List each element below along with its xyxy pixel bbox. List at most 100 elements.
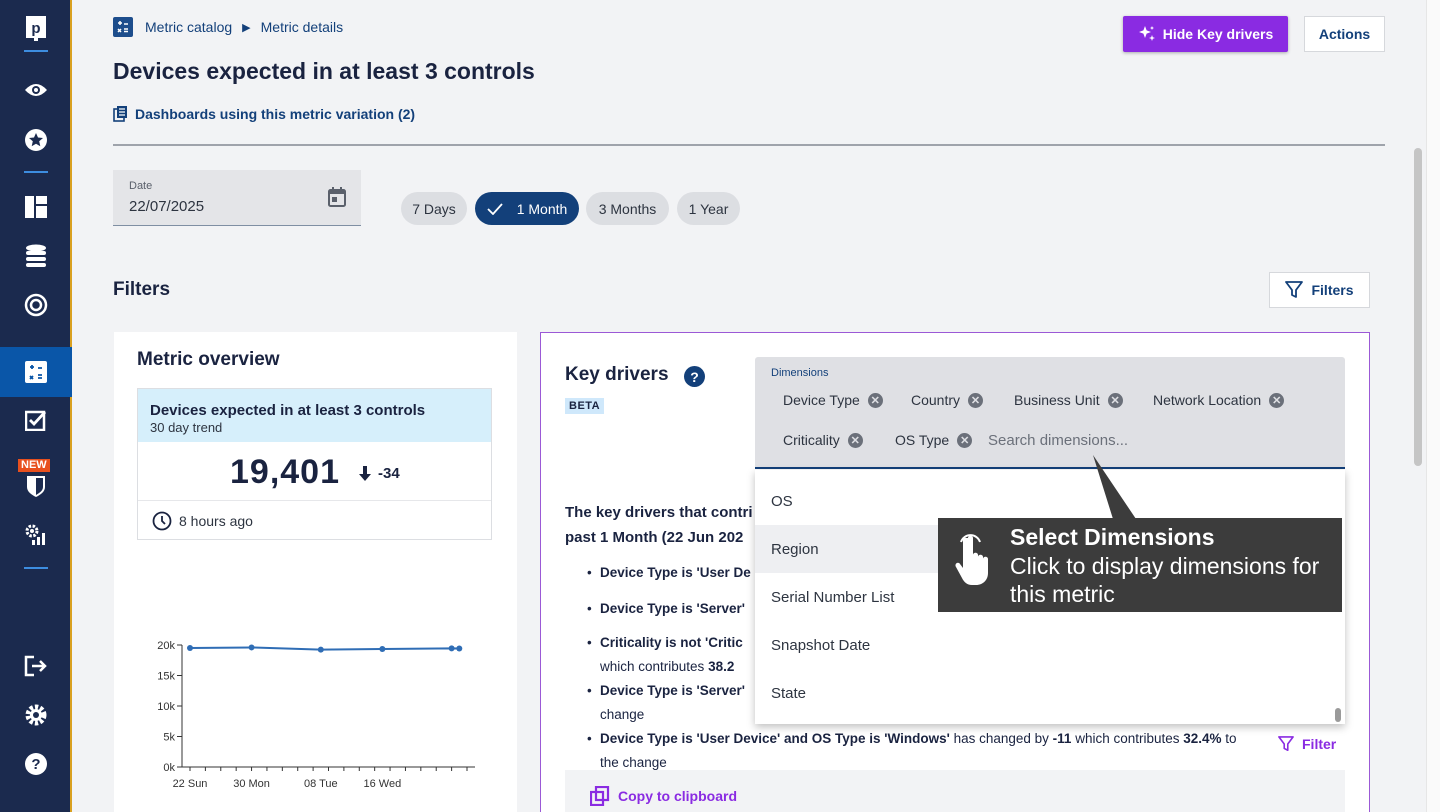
driver-text: which contributes (600, 659, 709, 674)
filters-button[interactable]: Filters (1269, 272, 1370, 308)
dimension-chip[interactable]: Criticality ✕ (783, 432, 863, 448)
dimension-chip-label: Criticality (783, 432, 840, 448)
y-tick-label: 15k (157, 671, 175, 683)
driver-item: • Device Type is 'Server' (587, 601, 746, 616)
y-tick-label: 5k (163, 732, 175, 744)
breadcrumb-root-link[interactable]: Metric catalog (145, 19, 232, 35)
intro-line: The key drivers that contri (565, 504, 753, 521)
remove-icon[interactable]: ✕ (847, 432, 863, 448)
intro-line: past 1 Month (22 Jun 202 (565, 529, 744, 546)
data-point (379, 645, 386, 652)
tooltip-pointer (1093, 455, 1136, 519)
date-value: 22/07/2025 (129, 198, 205, 215)
logo-icon[interactable]: p (0, 6, 72, 50)
header-divider (113, 144, 1385, 146)
logout-icon[interactable] (0, 644, 72, 688)
range-chip-1-month[interactable]: 1 Month (475, 192, 579, 225)
dashboards-link[interactable]: Dashboards using this metric variation (… (113, 106, 415, 122)
breadcrumb-current[interactable]: Metric details (261, 19, 343, 35)
driver-text: Device Type is 'Server' (600, 601, 746, 616)
dimension-chip-label: Business Unit (1014, 392, 1100, 408)
dimension-chip-label: OS Type (895, 432, 950, 448)
kpi-delta: -34 (358, 465, 400, 482)
key-drivers-intro: The key drivers that contri past 1 Month… (565, 500, 765, 550)
dimension-chip-label: Network Location (1153, 392, 1262, 408)
remove-icon[interactable]: ✕ (957, 432, 973, 448)
remove-icon[interactable]: ✕ (968, 392, 984, 408)
x-tick-label: 16 Wed (364, 778, 402, 790)
checklist-icon[interactable] (0, 398, 72, 442)
dimension-chip[interactable]: Business Unit ✕ (1014, 392, 1123, 408)
data-point (187, 645, 193, 652)
driver-text: which contributes (1071, 731, 1184, 746)
driver-item: • Device Type is 'Server' change (587, 683, 746, 722)
range-chip-1-year[interactable]: 1 Year (677, 192, 740, 225)
driver-text: to (1221, 731, 1237, 746)
date-field[interactable]: Date 22/07/2025 (113, 170, 361, 226)
filters-button-label: Filters (1311, 282, 1354, 298)
remove-icon[interactable]: ✕ (1107, 392, 1123, 408)
page-scrollbar[interactable] (1426, 0, 1440, 812)
data-point (456, 645, 463, 652)
database-icon[interactable] (0, 234, 72, 278)
filter-icon (1278, 736, 1294, 752)
metric-catalog-icon[interactable] (0, 347, 72, 397)
series-line (189, 646, 460, 651)
x-tick-label: 08 Tue (304, 778, 338, 790)
dimension-option[interactable]: Snapshot Date (755, 621, 1331, 669)
dimensions-select[interactable]: Dimensions Device Type ✕ Country ✕ Busines… (755, 357, 1345, 469)
tooltip-body: Click to display dimensions for this met… (1010, 553, 1320, 607)
kpi-updated-text: 8 hours ago (179, 513, 253, 529)
kpi-subtitle: 30 day trend (150, 420, 223, 435)
remove-icon[interactable]: ✕ (867, 392, 883, 408)
driver-item: • Device Type is 'User De (587, 565, 751, 580)
page-scroll-thumb[interactable] (1414, 148, 1422, 466)
x-tick-label: 30 Mon (233, 778, 270, 790)
driver-text: the change (600, 755, 667, 770)
dimension-chip-label: Country (911, 392, 961, 408)
dimension-chip[interactable]: OS Type ✕ (895, 432, 973, 448)
dimensions-search-input[interactable]: Search dimensions... (988, 432, 1128, 449)
dimension-chip[interactable]: Country ✕ (911, 392, 984, 408)
kpi-value: 19,401 (230, 453, 340, 491)
kpi-updated: 8 hours ago (152, 511, 253, 531)
trend-chart: 0k 5k 10k 15k 20k 22 Sun 30 Mon 08 Tue 16 Wed (157, 640, 475, 790)
x-tick-label: 22 Sun (173, 778, 208, 790)
dimensions-label: Dimensions (771, 367, 829, 379)
dimension-chip[interactable]: Network Location ✕ (1153, 392, 1285, 408)
settings-chart-icon[interactable] (0, 513, 72, 557)
svg-text:p: p (31, 20, 40, 37)
remove-icon[interactable]: ✕ (1269, 392, 1285, 408)
help-icon[interactable]: ? (0, 742, 72, 786)
metric-catalog-icon (113, 17, 133, 37)
driver-item: • Device Type is 'User Device' and OS Typ… (587, 731, 1237, 770)
filter-link-label: Filter (1302, 736, 1337, 752)
target-icon[interactable] (0, 283, 72, 327)
y-tick-label: 20k (157, 640, 175, 652)
sparkle-icon (1138, 26, 1155, 41)
eye-icon[interactable] (0, 68, 72, 112)
dimension-chip[interactable]: Device Type ✕ (783, 392, 883, 408)
svg-text:?: ? (31, 756, 40, 773)
dashboards-link-label: Dashboards using this metric variation (… (135, 106, 416, 122)
range-chip-3-months[interactable]: 3 Months (586, 192, 669, 225)
help-icon[interactable]: ? (684, 366, 705, 387)
driver-text: Device Type is 'User Device' and OS Type… (600, 731, 950, 746)
beta-badge: BETA (565, 398, 605, 414)
actions-button[interactable]: Actions (1304, 16, 1385, 52)
data-point (317, 646, 324, 653)
driver-pct: 32.4% (1183, 731, 1222, 746)
shield-icon[interactable] (0, 464, 72, 508)
copy-to-clipboard-button[interactable]: Copy to clipboard (590, 786, 737, 806)
dashboard-icon[interactable] (0, 185, 72, 229)
calendar-icon[interactable] (328, 187, 346, 207)
dimension-option[interactable]: State (755, 669, 1331, 717)
range-chip-7-days[interactable]: 7 Days (401, 192, 467, 225)
gear-icon[interactable] (0, 693, 72, 737)
driver-filter-link[interactable]: Filter (1278, 736, 1336, 752)
hide-key-drivers-button[interactable]: Hide Key drivers (1123, 16, 1288, 52)
dropdown-scroll-thumb[interactable] (1335, 708, 1341, 722)
dashboards-icon (113, 106, 127, 122)
data-point (248, 644, 255, 651)
star-icon[interactable] (0, 118, 72, 162)
